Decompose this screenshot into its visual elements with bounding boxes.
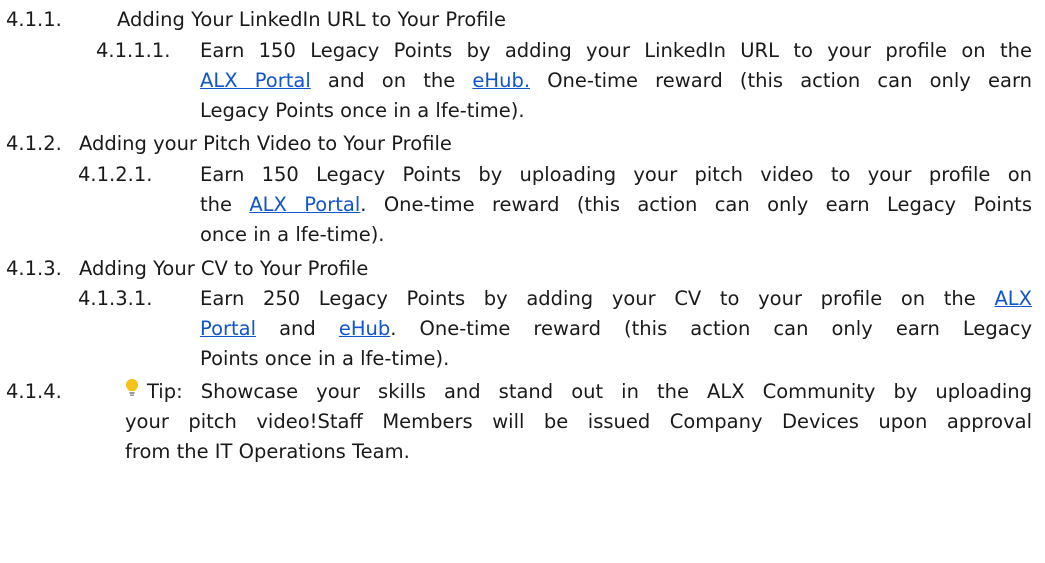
alx-portal-link[interactable]: ALX bbox=[994, 287, 1032, 310]
alx-portal-link[interactable]: ALX Portal bbox=[200, 69, 311, 92]
item-number: 4.1.3. bbox=[6, 257, 62, 280]
item-number: 4.1.1. bbox=[6, 8, 62, 31]
section-heading: Adding Your LinkedIn URL to Your Profile bbox=[117, 8, 506, 31]
section-heading: Adding your Pitch Video to Your Profile bbox=[79, 132, 452, 155]
alx-portal-link[interactable]: ALX Portal bbox=[249, 193, 360, 216]
paragraph-line: the ALX Portal. One-time reward (this ac… bbox=[200, 193, 1032, 216]
paragraph-line: Portal and eHub. One-time reward (this a… bbox=[200, 317, 1032, 340]
item-number: 4.1.2. bbox=[6, 132, 62, 155]
paragraph-line: once in a lfe-time). bbox=[200, 223, 385, 246]
paragraph-line: ALX Portal and on the eHub. One-time rew… bbox=[200, 69, 1032, 92]
item-number: 4.1.4. bbox=[6, 380, 62, 403]
paragraph-line: your pitch video!Staff Members will be i… bbox=[125, 410, 1032, 433]
section-heading: Adding Your CV to Your Profile bbox=[79, 257, 369, 280]
ehub-link[interactable]: eHub. bbox=[472, 69, 530, 92]
item-number: 4.1.2.1. bbox=[78, 163, 153, 186]
item-number: 4.1.3.1. bbox=[78, 287, 153, 310]
alx-portal-link[interactable]: Portal bbox=[200, 317, 256, 340]
paragraph-line: Earn 150 Legacy Points by uploading your… bbox=[200, 163, 1032, 186]
item-number: 4.1.1.1. bbox=[96, 39, 171, 62]
paragraph-line: Points once in a lfe-time). bbox=[200, 347, 450, 370]
paragraph-line: Tip: Showcase your skills and stand out … bbox=[125, 377, 1032, 407]
paragraph-line: Earn 150 Legacy Points by adding your Li… bbox=[200, 39, 1032, 62]
paragraph-line: Earn 250 Legacy Points by adding your CV… bbox=[200, 287, 1032, 310]
paragraph-line: from the IT Operations Team. bbox=[125, 440, 410, 463]
paragraph-line: Legacy Points once in a lfe-time). bbox=[200, 99, 525, 122]
ehub-link[interactable]: eHub bbox=[339, 317, 390, 340]
lightbulb-icon bbox=[125, 377, 139, 407]
